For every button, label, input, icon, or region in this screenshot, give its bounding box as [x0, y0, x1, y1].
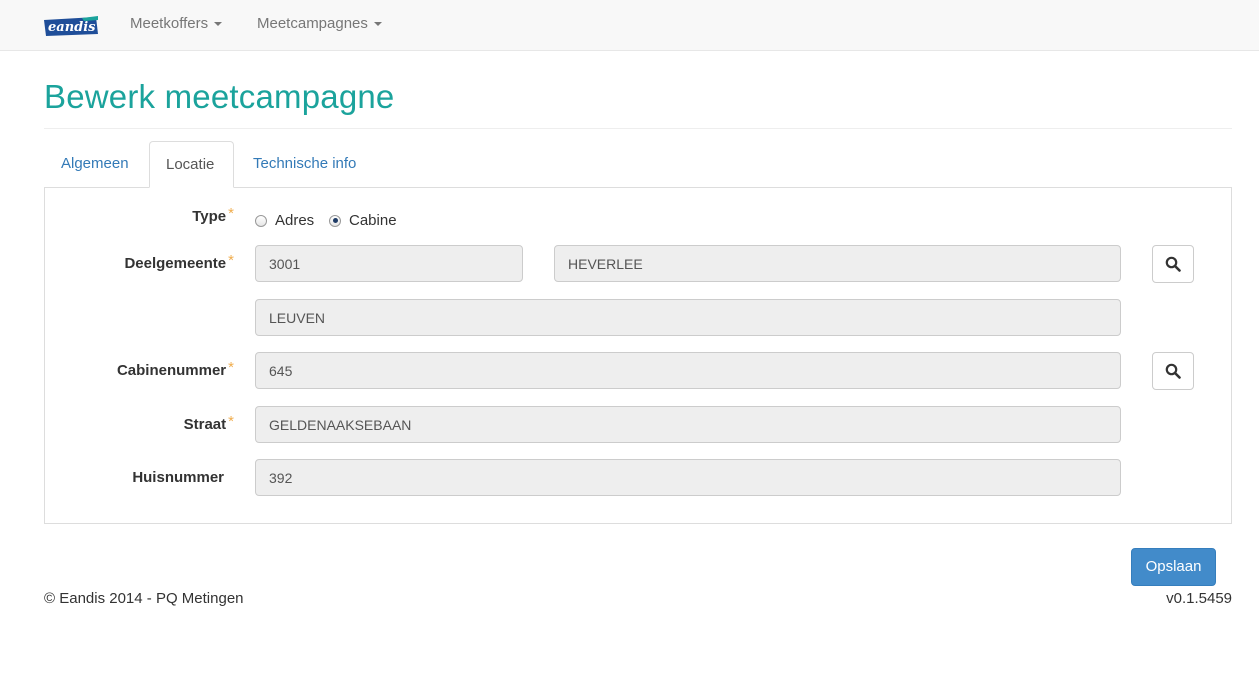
deelgemeente-label: Deelgemeente * [34, 252, 234, 272]
radio-adres-dot[interactable] [255, 214, 267, 227]
radio-adres[interactable]: Adres [255, 212, 314, 229]
cabinenummer-search-button[interactable] [1152, 352, 1194, 390]
caret-down-icon [214, 22, 223, 27]
required-marker: * [228, 413, 234, 430]
radio-cabine-dot[interactable] [329, 214, 341, 227]
save-button[interactable]: Opslaan [1131, 548, 1216, 586]
footer-version: v0.1.5459 [1166, 590, 1232, 607]
required-marker: * [228, 205, 234, 222]
tab-locatie[interactable]: Locatie [149, 141, 234, 188]
cabinenummer-label: Cabinenummer * [34, 359, 234, 379]
straat-label-text: Straat [183, 416, 227, 433]
radio-adres-label: Adres [275, 212, 315, 229]
menu-meetkoffers-label: Meetkoffers [130, 15, 209, 32]
huisnummer-field[interactable]: 392 [255, 459, 1121, 496]
municipality-field[interactable]: LEUVEN [255, 299, 1121, 336]
navbar: eandis Meetkoffers Meetcampagnes [0, 0, 1259, 51]
deelgemeente-label-text: Deelgemeente [124, 255, 227, 272]
type-label-row: Type * [24, 205, 234, 228]
deelgemeente-search-button[interactable] [1152, 245, 1194, 283]
search-icon [1165, 256, 1181, 272]
page-title: Bewerk meetcampagne [44, 78, 395, 115]
straat-field[interactable]: GELDENAAKSEBAAN [255, 406, 1121, 443]
huisnummer-label: Huisnummer [132, 469, 224, 486]
cabinenummer-label-row: Cabinenummer * [24, 359, 234, 382]
cabinenummer-label-text: Cabinenummer [116, 362, 227, 379]
tab-technische-info[interactable]: Technische info [237, 141, 372, 188]
straat-label-row: Straat * [24, 413, 234, 436]
tab-algemeen[interactable]: Algemeen [45, 141, 145, 188]
caret-down-icon [373, 22, 382, 27]
deelgemeente-name-field[interactable]: HEVERLEE [554, 245, 1121, 282]
eandis-logo[interactable]: eandis [42, 14, 100, 38]
cabinenummer-field[interactable]: 645 [255, 352, 1121, 389]
required-marker: * [228, 252, 234, 269]
search-icon [1165, 363, 1181, 379]
radio-cabine-label: Cabine [349, 212, 397, 229]
footer-copyright: © Eandis 2014 - PQ Metingen [44, 590, 244, 607]
logo-text: eandis [48, 20, 96, 35]
type-label: Type * [34, 205, 234, 225]
type-label-text: Type [192, 208, 227, 225]
menu-meetcampagnes[interactable]: Meetcampagnes [257, 15, 382, 32]
huisnummer-label-row: Huisnummer [24, 469, 234, 489]
radio-cabine[interactable]: Cabine [329, 212, 397, 229]
postcode-field[interactable]: 3001 [255, 245, 523, 282]
straat-label: Straat * [34, 413, 234, 433]
deelgemeente-label-row: Deelgemeente * [24, 252, 234, 275]
required-marker: * [228, 359, 234, 376]
menu-meetkoffers[interactable]: Meetkoffers [130, 15, 223, 32]
title-divider [44, 128, 1232, 129]
menu-meetcampagnes-label: Meetcampagnes [257, 15, 368, 32]
